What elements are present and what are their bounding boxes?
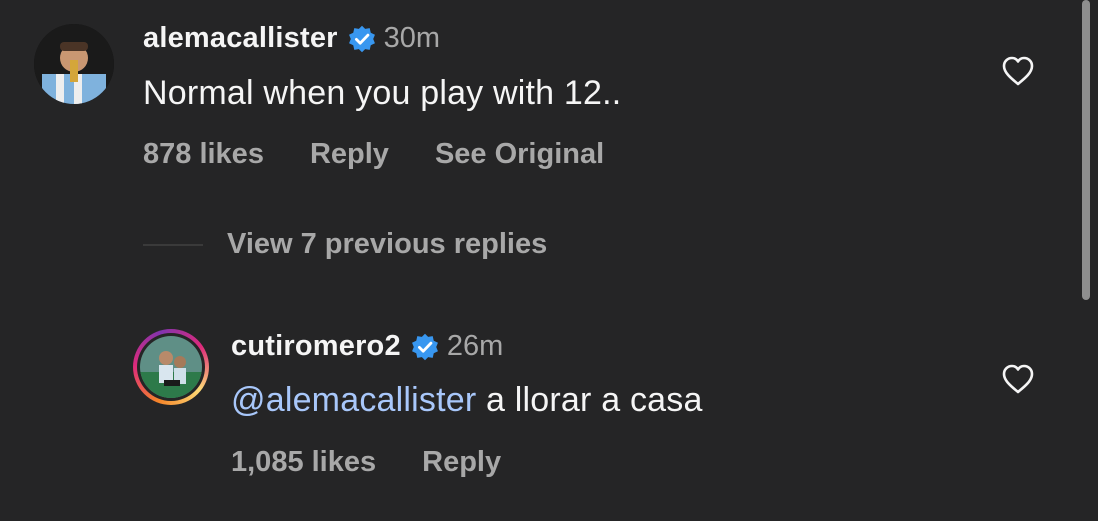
comment-text: @alemacallister a llorar a casa [231,381,703,420]
heart-icon[interactable] [1002,56,1034,86]
avatar[interactable] [34,24,114,104]
username[interactable]: alemacallister [143,22,338,55]
verified-badge-icon [411,333,438,360]
reply-button[interactable]: Reply [422,446,501,479]
likes-count[interactable]: 878 likes [143,138,264,171]
story-ring[interactable] [133,329,209,405]
view-previous-replies-button[interactable]: View 7 previous replies [143,228,547,261]
comment-text: Normal when you play with 12.. [143,74,622,112]
comment-header: alemacallister 30m [143,22,440,55]
comment-actions: 878 likes Reply See Original [143,138,604,171]
timestamp: 30m [383,22,441,54]
username[interactable]: cutiromero2 [231,330,401,363]
divider [143,243,203,246]
scrollbar[interactable] [1082,0,1090,300]
timestamp: 26m [446,330,504,362]
likes-count[interactable]: 1,085 likes [231,446,376,479]
heart-icon[interactable] [1002,364,1034,394]
comment-actions: 1,085 likes Reply [231,446,501,479]
mention-link[interactable]: @alemacallister [231,381,476,419]
avatar[interactable] [140,336,202,398]
view-replies-label: View 7 previous replies [227,228,548,260]
reply-button[interactable]: Reply [310,138,389,171]
verified-badge-icon [348,25,375,52]
see-original-button[interactable]: See Original [435,138,604,171]
comment-body: a llorar a casa [486,381,703,419]
comment-header: cutiromero2 26m [231,330,503,363]
